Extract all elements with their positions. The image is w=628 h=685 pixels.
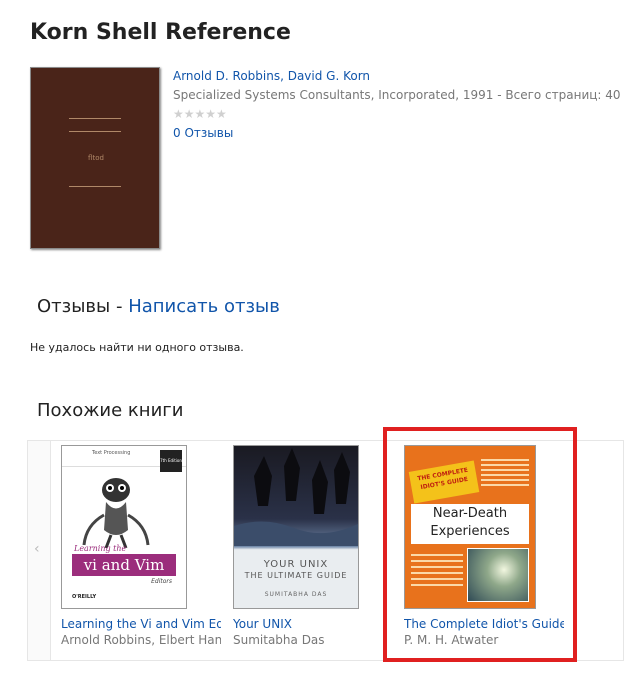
book-cover[interactable]: fltod	[30, 67, 160, 249]
animal-illustration	[82, 478, 150, 549]
similar-book-author: Arnold Robbins, Elbert Han	[61, 633, 221, 647]
carousel-prev-area[interactable]: ‹	[28, 441, 51, 660]
write-review-link[interactable]: Написать отзыв	[128, 296, 280, 317]
cover-title-1: YOUR UNIX	[263, 559, 329, 570]
similar-book-title[interactable]: Learning the Vi and Vim Ed	[61, 617, 221, 631]
cover-title-pre: Learning the	[74, 544, 127, 553]
horses-silhouette-illustration	[234, 448, 358, 546]
cover-top-text: Text Processing	[92, 450, 131, 456]
reviews-count-link[interactable]: 0 Отзывы	[173, 126, 233, 140]
edition-badge: 7th Edition	[160, 450, 182, 472]
similar-book-author: Sumitabha Das	[233, 633, 325, 647]
cover-rule	[69, 118, 121, 119]
cover-rule	[69, 131, 121, 132]
similar-books-heading: Похожие книги	[37, 400, 184, 421]
book-info: Arnold D. Robbins, David G. Korn Special…	[173, 67, 621, 143]
cover-author: SUMITABHA DAS	[264, 591, 328, 598]
similar-book-1[interactable]: Text Processing 7th Edition Learning the…	[61, 445, 221, 647]
page-title: Korn Shell Reference	[30, 20, 291, 45]
cover-title-main: vi and Vim	[72, 554, 176, 576]
publisher-logo: O'REILLY	[72, 594, 97, 600]
book-thumbnail[interactable]: YOUR UNIX THE ULTIMATE GUIDE SUMITABHA D…	[233, 445, 359, 609]
no-reviews-text: Не удалось найти ни одного отзыва.	[30, 341, 244, 354]
cover-mark: fltod	[88, 154, 104, 162]
publisher-info: Specialized Systems Consultants, Incorpo…	[173, 88, 621, 102]
highlight-box	[383, 427, 577, 662]
authors-link[interactable]: Arnold D. Robbins, David G. Korn	[173, 69, 370, 83]
reviews-heading: Отзывы - Написать отзыв	[37, 296, 280, 317]
cover-rule	[69, 186, 121, 187]
book-thumbnail[interactable]: Text Processing 7th Edition Learning the…	[61, 445, 187, 609]
reviews-heading-label: Отзывы -	[37, 296, 129, 317]
cover-subtitle: Editors	[151, 578, 172, 585]
similar-book-2[interactable]: YOUR UNIX THE ULTIMATE GUIDE SUMITABHA D…	[233, 445, 393, 647]
similar-book-title[interactable]: Your UNIX	[233, 617, 393, 631]
cover-title-2: THE ULTIMATE GUIDE	[244, 571, 348, 580]
rating-stars: ★★★★★	[173, 107, 227, 121]
chevron-left-icon[interactable]: ‹	[34, 541, 40, 557]
